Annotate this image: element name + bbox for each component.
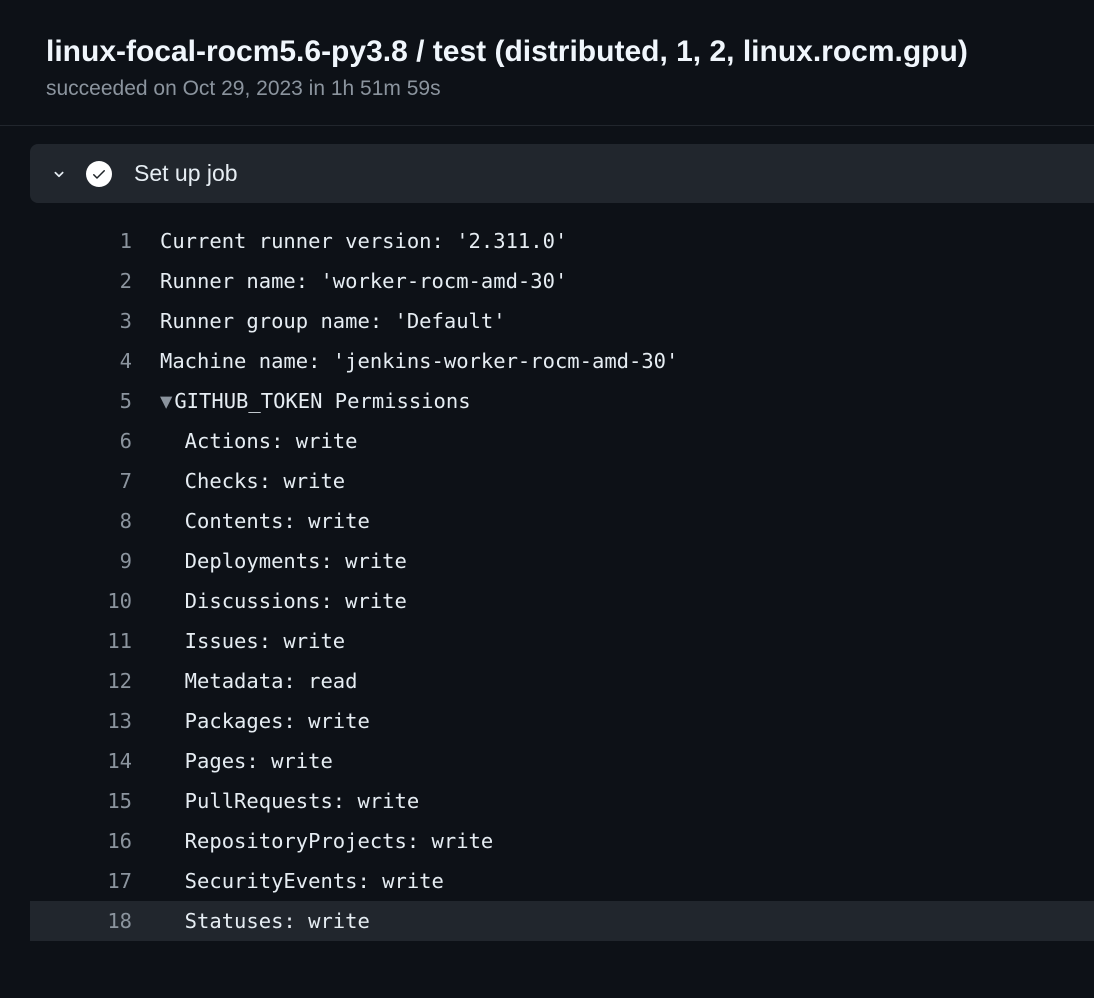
log-line[interactable]: 12 Metadata: read <box>30 661 1094 701</box>
line-content: RepositoryProjects: write <box>160 821 493 861</box>
line-number: 2 <box>60 261 160 301</box>
log-line[interactable]: 14 Pages: write <box>30 741 1094 781</box>
log-line[interactable]: 15 PullRequests: write <box>30 781 1094 821</box>
log-line[interactable]: 6 Actions: write <box>30 421 1094 461</box>
line-number: 14 <box>60 741 160 781</box>
line-content: PullRequests: write <box>160 781 419 821</box>
log-line[interactable]: 9 Deployments: write <box>30 541 1094 581</box>
line-number: 10 <box>60 581 160 621</box>
line-number: 1 <box>60 221 160 261</box>
line-content: Deployments: write <box>160 541 407 581</box>
step-header[interactable]: Set up job <box>30 144 1094 203</box>
line-content: Metadata: read <box>160 661 357 701</box>
line-number: 7 <box>60 461 160 501</box>
line-content: Contents: write <box>160 501 370 541</box>
line-content: Current runner version: '2.311.0' <box>160 221 567 261</box>
line-content: Discussions: write <box>160 581 407 621</box>
line-number: 4 <box>60 341 160 381</box>
line-content: Packages: write <box>160 701 370 741</box>
line-number: 6 <box>60 421 160 461</box>
line-content: SecurityEvents: write <box>160 861 444 901</box>
line-number: 3 <box>60 301 160 341</box>
line-content: Issues: write <box>160 621 345 661</box>
job-status-text: succeeded on Oct 29, 2023 in 1h 51m 59s <box>46 77 1094 101</box>
check-circle-icon <box>86 161 112 187</box>
line-number: 5 <box>60 381 160 421</box>
log-line[interactable]: 5▼GITHUB_TOKEN Permissions <box>30 381 1094 421</box>
step-container: Set up job 1Current runner version: '2.3… <box>30 144 1094 941</box>
job-title: linux-focal-rocm5.6-py3.8 / test (distri… <box>46 32 1094 71</box>
line-content: Checks: write <box>160 461 345 501</box>
line-number: 15 <box>60 781 160 821</box>
triangle-down-icon[interactable]: ▼ <box>160 389 172 413</box>
log-line[interactable]: 13 Packages: write <box>30 701 1094 741</box>
log-line[interactable]: 18 Statuses: write <box>30 901 1094 941</box>
log-line[interactable]: 3Runner group name: 'Default' <box>30 301 1094 341</box>
line-content: Runner name: 'worker-rocm-amd-30' <box>160 261 567 301</box>
line-content: ▼GITHUB_TOKEN Permissions <box>160 381 471 421</box>
line-number: 13 <box>60 701 160 741</box>
log-line[interactable]: 10 Discussions: write <box>30 581 1094 621</box>
line-content: Pages: write <box>160 741 333 781</box>
chevron-down-icon <box>48 163 70 185</box>
step-name: Set up job <box>134 160 238 187</box>
line-number: 18 <box>60 901 160 941</box>
log-output[interactable]: 1Current runner version: '2.311.0'2Runne… <box>30 221 1094 941</box>
log-line[interactable]: 11 Issues: write <box>30 621 1094 661</box>
line-number: 8 <box>60 501 160 541</box>
line-number: 9 <box>60 541 160 581</box>
log-line[interactable]: 16 RepositoryProjects: write <box>30 821 1094 861</box>
line-number: 11 <box>60 621 160 661</box>
log-line[interactable]: 2Runner name: 'worker-rocm-amd-30' <box>30 261 1094 301</box>
log-line[interactable]: 17 SecurityEvents: write <box>30 861 1094 901</box>
line-content: Runner group name: 'Default' <box>160 301 506 341</box>
line-number: 16 <box>60 821 160 861</box>
line-number: 12 <box>60 661 160 701</box>
line-number: 17 <box>60 861 160 901</box>
log-line[interactable]: 1Current runner version: '2.311.0' <box>30 221 1094 261</box>
job-header: linux-focal-rocm5.6-py3.8 / test (distri… <box>0 0 1094 126</box>
log-line[interactable]: 4Machine name: 'jenkins-worker-rocm-amd-… <box>30 341 1094 381</box>
line-content: Machine name: 'jenkins-worker-rocm-amd-3… <box>160 341 678 381</box>
line-content: Statuses: write <box>160 901 370 941</box>
line-content: Actions: write <box>160 421 357 461</box>
log-line[interactable]: 8 Contents: write <box>30 501 1094 541</box>
log-line[interactable]: 7 Checks: write <box>30 461 1094 501</box>
